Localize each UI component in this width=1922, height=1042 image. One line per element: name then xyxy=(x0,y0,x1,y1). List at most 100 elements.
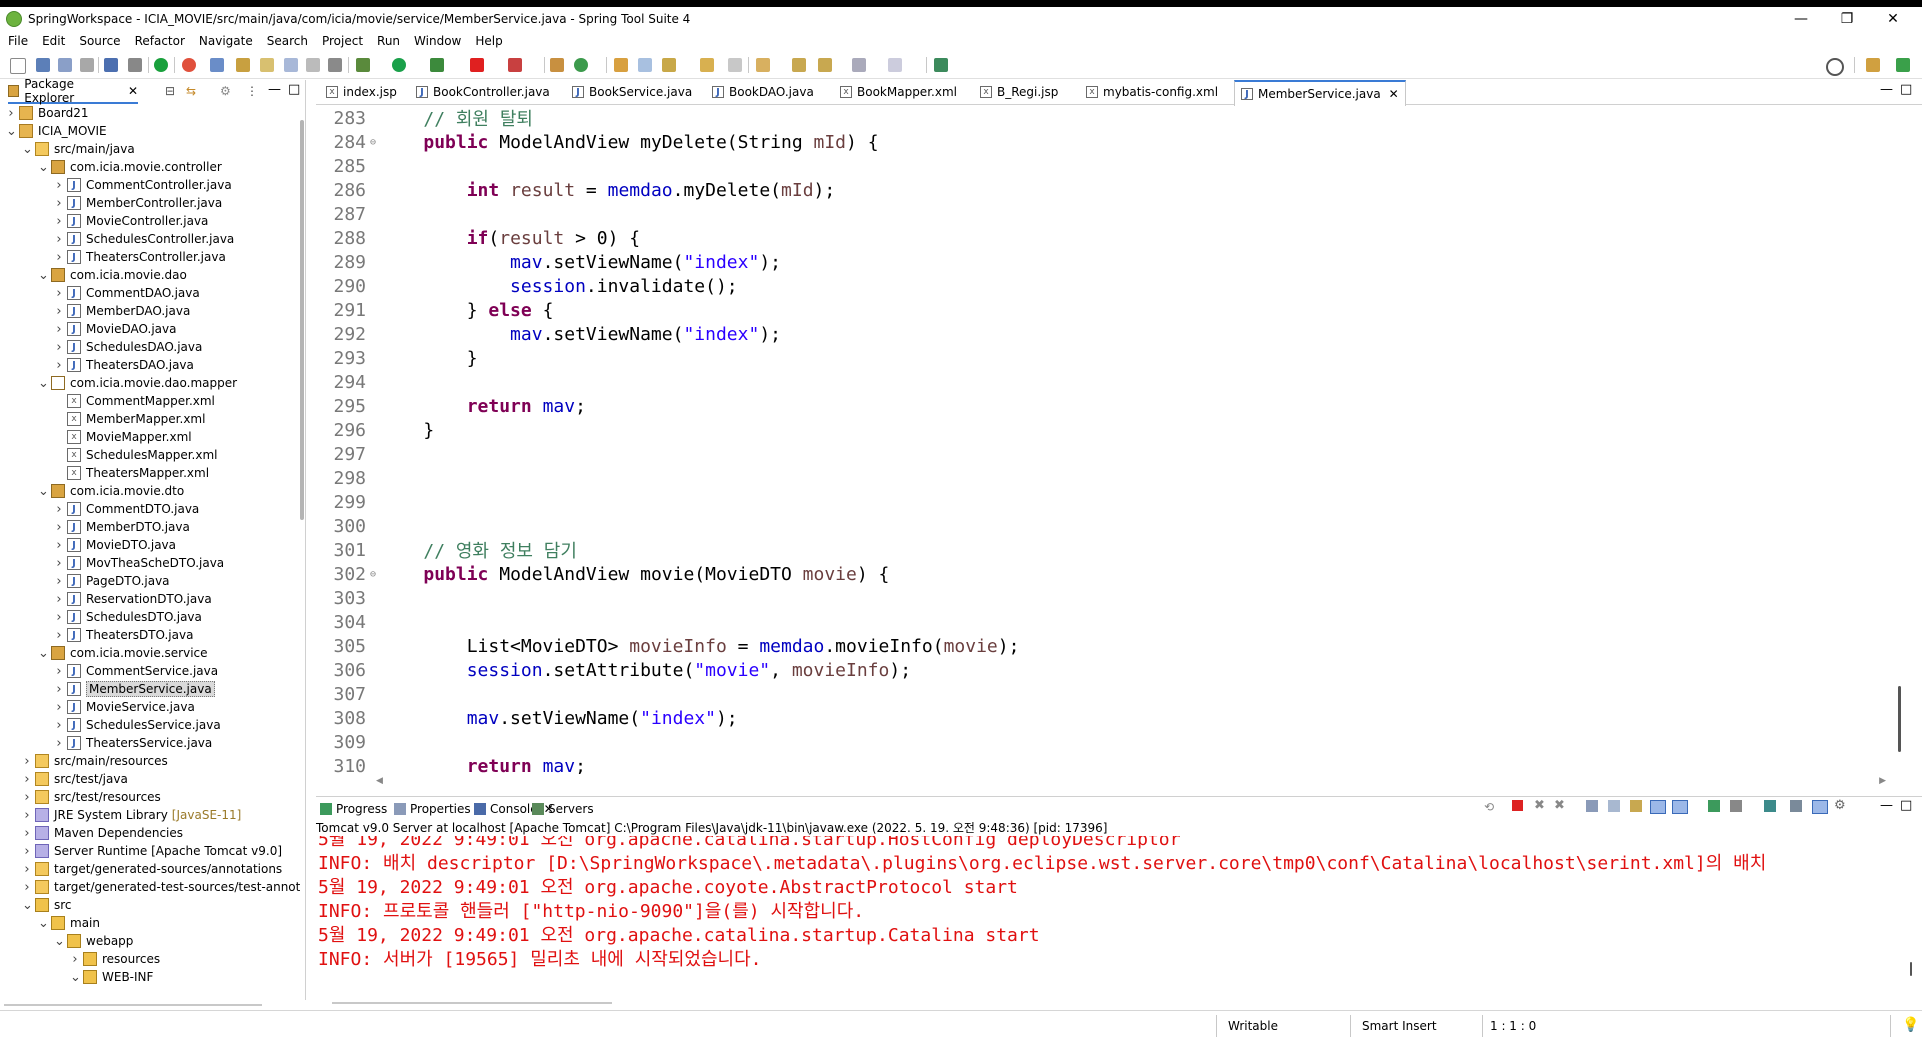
tree-item[interactable]: › J CommentController.java xyxy=(54,176,231,194)
code-line[interactable]: 308 mav.setViewName("index"); xyxy=(316,706,737,730)
tree-item[interactable]: ⌄ src xyxy=(22,896,72,914)
tree-item[interactable]: ⌄ main xyxy=(38,914,100,932)
console-tab-servers[interactable]: Servers xyxy=(532,800,594,818)
tree-item[interactable]: › J SchedulesController.java xyxy=(54,230,234,248)
terminate-icon[interactable] xyxy=(1512,800,1523,811)
code-line[interactable]: 289 mav.setViewName("index"); xyxy=(316,250,781,274)
tree-item[interactable]: › J MovieDAO.java xyxy=(54,320,176,338)
tree-item[interactable]: › target/generated-sources/annotations xyxy=(22,860,282,878)
tree-item[interactable]: › J MovieService.java xyxy=(54,698,194,716)
chevron-right-icon[interactable]: › xyxy=(22,754,32,769)
stop-icon[interactable] xyxy=(470,58,484,72)
code-line[interactable]: 297 xyxy=(316,442,380,466)
code-line[interactable]: 291 } else { xyxy=(316,298,553,322)
toggle-block-icon[interactable] xyxy=(260,58,274,72)
prev-edit-icon[interactable] xyxy=(792,58,806,72)
remove-all-icon[interactable]: ✖ xyxy=(1554,798,1565,813)
close-icon[interactable]: ✕ xyxy=(1389,87,1399,101)
tree-item[interactable]: › J TheatersService.java xyxy=(54,734,212,752)
editor-hscrollbar[interactable]: ◀ ▶ xyxy=(376,776,1886,788)
chevron-right-icon[interactable]: › xyxy=(22,790,32,805)
show-whitespace-icon[interactable] xyxy=(306,58,320,72)
chevron-right-icon[interactable]: › xyxy=(54,556,64,571)
tree-item[interactable]: › J CommentService.java xyxy=(54,662,218,680)
tree-item[interactable]: › J SchedulesDAO.java xyxy=(54,338,202,356)
fold-collapse-icon[interactable]: ⊖ xyxy=(366,569,380,580)
tree-item[interactable]: › target/generated-test-sources/test-anno… xyxy=(22,878,300,896)
tree-item[interactable]: x CommentMapper.xml xyxy=(54,392,215,410)
chevron-right-icon[interactable]: › xyxy=(22,772,32,787)
console-scrollbar[interactable] xyxy=(1910,962,1912,976)
search-icon[interactable] xyxy=(638,58,652,72)
next-annotation-icon[interactable] xyxy=(328,58,342,72)
pin-console-icon[interactable]: ⟲ xyxy=(1484,800,1494,814)
debug-icon[interactable] xyxy=(356,58,370,72)
code-line[interactable]: 284 ⊖ public ModelAndView myDelete(String… xyxy=(316,130,878,154)
chevron-right-icon[interactable]: › xyxy=(22,880,32,895)
menu-navigate[interactable]: Navigate xyxy=(191,34,259,48)
tree-item[interactable]: x MovieMapper.xml xyxy=(54,428,192,446)
editor-tab[interactable]: x B_Regi.jsp xyxy=(980,82,1058,102)
skip-breakpoints-icon[interactable] xyxy=(128,58,142,72)
chevron-right-icon[interactable]: › xyxy=(54,538,64,553)
insert-mode-status[interactable]: Smart Insert xyxy=(1362,1017,1437,1035)
code-line[interactable]: 309 xyxy=(316,730,380,754)
console-tab-progress[interactable]: Progress xyxy=(320,800,387,818)
code-line[interactable]: 290 session.invalidate(); xyxy=(316,274,737,298)
chevron-down-icon[interactable]: ⌄ xyxy=(38,376,49,391)
tree-item[interactable]: ⌄ com.icia.movie.dto xyxy=(38,482,184,500)
tree-item[interactable]: › resources xyxy=(70,950,160,968)
console-settings-icon[interactable] xyxy=(1790,800,1802,812)
code-line[interactable]: 302 ⊖ public ModelAndView movie(MovieDTO … xyxy=(316,562,889,586)
filter-icon[interactable]: ⚙ xyxy=(220,84,231,98)
chevron-right-icon[interactable]: › xyxy=(22,808,32,823)
tree-item[interactable]: › J SchedulesDTO.java xyxy=(54,608,202,626)
next-edit-icon[interactable] xyxy=(756,58,770,72)
code-line[interactable]: 296 } xyxy=(316,418,434,442)
chevron-right-icon[interactable]: › xyxy=(54,232,64,247)
chevron-down-icon[interactable]: ⌄ xyxy=(38,268,49,283)
code-line[interactable]: 304 xyxy=(316,610,380,634)
code-line[interactable]: 299 xyxy=(316,490,380,514)
chevron-right-icon[interactable]: › xyxy=(70,952,80,967)
editor-scrollbar[interactable] xyxy=(1898,686,1901,752)
code-line[interactable]: 306 session.setAttribute("movie", movieI… xyxy=(316,658,911,682)
chevron-down-icon[interactable]: ⌄ xyxy=(22,898,33,913)
menu-run[interactable]: Run xyxy=(369,34,406,48)
tree-item[interactable]: › J MemberDTO.java xyxy=(54,518,189,536)
run-icon[interactable] xyxy=(392,58,406,72)
maximize-view-icon[interactable]: □ xyxy=(288,82,300,97)
chevron-right-icon[interactable]: › xyxy=(54,682,64,697)
word-wrap-icon[interactable] xyxy=(284,58,298,72)
tree-item[interactable]: › JRE System Library [JavaSE-11] xyxy=(22,806,241,824)
code-line[interactable]: 286 int result = memdao.myDelete(mId); xyxy=(316,178,835,202)
minimize-editor-icon[interactable]: — xyxy=(1880,82,1893,97)
code-line[interactable]: 310 return mav; xyxy=(316,754,585,775)
tree-item[interactable]: ⌄ com.icia.movie.dao xyxy=(38,266,187,284)
chevron-right-icon[interactable]: › xyxy=(54,178,64,193)
chevron-right-icon[interactable]: › xyxy=(54,718,64,733)
chevron-down-icon[interactable]: ⌄ xyxy=(54,934,65,949)
tree-item[interactable]: › J TheatersDAO.java xyxy=(54,356,194,374)
save-icon[interactable] xyxy=(36,58,50,72)
tree-item[interactable]: x TheatersMapper.xml xyxy=(54,464,209,482)
editor-tab[interactable]: J BookService.java xyxy=(572,82,692,102)
chevron-right-icon[interactable]: › xyxy=(54,736,64,751)
chevron-right-icon[interactable]: › xyxy=(22,844,32,859)
menu-edit[interactable]: Edit xyxy=(34,34,71,48)
chevron-down-icon[interactable]: ⌄ xyxy=(38,484,49,499)
menu-project[interactable]: Project xyxy=(314,34,369,48)
new-icon[interactable] xyxy=(10,58,26,74)
chevron-down-icon[interactable]: ⌄ xyxy=(38,916,49,931)
chevron-right-icon[interactable]: › xyxy=(54,628,64,643)
tree-item[interactable]: ⌄ ICIA_MOVIE xyxy=(6,122,107,140)
open-console-icon[interactable] xyxy=(1764,800,1776,812)
show-on-error-icon[interactable] xyxy=(1672,800,1688,814)
print-icon[interactable] xyxy=(80,58,94,72)
view-menu-icon[interactable]: ⋮ xyxy=(246,84,258,98)
open-task-icon[interactable] xyxy=(662,58,676,72)
console-tab-properties[interactable]: Properties xyxy=(394,800,471,818)
tree-item[interactable]: › J ReservationDTO.java xyxy=(54,590,211,608)
code-line[interactable]: 303 xyxy=(316,586,380,610)
close-button[interactable]: ✕ xyxy=(1870,7,1916,31)
